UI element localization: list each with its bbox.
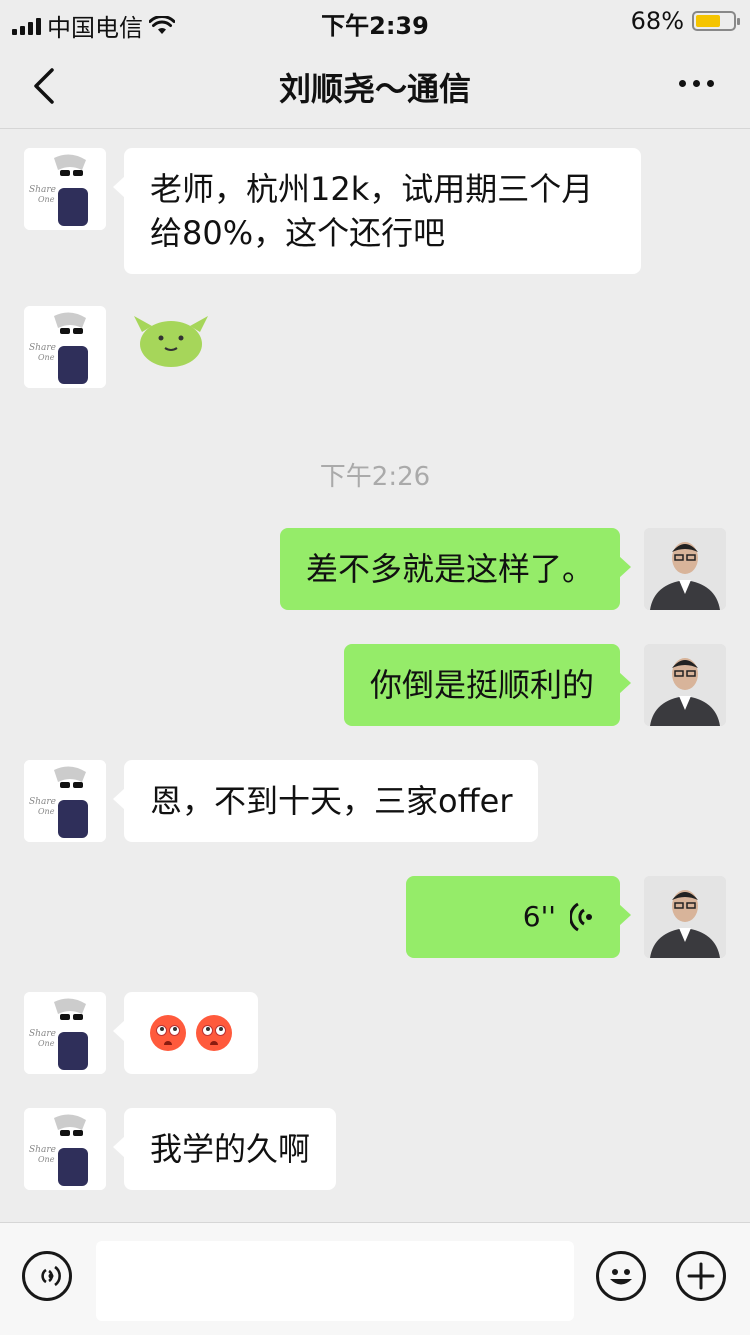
my-avatar-image: [644, 876, 726, 958]
my-avatar-image: [644, 528, 726, 610]
message-text: 恩，不到十天，三家offer: [150, 782, 513, 820]
voice-toggle-icon[interactable]: [22, 1251, 72, 1301]
sent-message-bubble[interactable]: 你倒是挺顺利的: [343, 644, 632, 726]
contact-avatar[interactable]: Share One: [24, 992, 106, 1074]
message-text: 我学的久啊: [150, 1130, 311, 1168]
contact-avatar[interactable]: Share One: [24, 1108, 106, 1190]
contact-avatar[interactable]: Share One: [24, 760, 106, 842]
nav-bar: 刘顺尧～通信: [0, 44, 750, 129]
flushed-face-emoji: [196, 1015, 232, 1051]
contact-avatar[interactable]: Share One: [24, 148, 106, 230]
voice-message-bubble[interactable]: 6'': [406, 876, 631, 958]
contact-avatar-image: Share One: [24, 306, 106, 388]
svg-text:Share: Share: [29, 1145, 56, 1155]
svg-text:Share: Share: [29, 797, 56, 807]
my-avatar[interactable]: [644, 528, 726, 610]
flushed-face-emoji: [150, 1015, 186, 1051]
contact-avatar-image: Share One: [24, 760, 106, 842]
svg-text:Share: Share: [29, 343, 56, 353]
green-creature-sticker[interactable]: [132, 306, 210, 368]
svg-text:One: One: [38, 353, 55, 362]
emoji-row: [150, 1015, 232, 1051]
svg-text:Share: Share: [29, 185, 56, 195]
svg-text:One: One: [38, 1039, 55, 1048]
sent-message-bubble[interactable]: 差不多就是这样了。: [279, 528, 632, 610]
message-text: 你倒是挺顺利的: [369, 666, 594, 704]
my-avatar[interactable]: [644, 876, 726, 958]
contact-avatar[interactable]: Share One: [24, 306, 106, 388]
status-bar: 中国电信 下午2:39 68%: [0, 0, 750, 44]
my-avatar[interactable]: [644, 644, 726, 726]
svg-text:One: One: [38, 1155, 55, 1164]
svg-text:One: One: [38, 195, 55, 204]
battery-level: [696, 15, 720, 27]
input-bar: [0, 1222, 750, 1335]
battery-percent: 68%: [630, 7, 684, 35]
received-message-bubble[interactable]: [113, 992, 258, 1074]
svg-text:Share: Share: [29, 1029, 56, 1039]
received-message-bubble[interactable]: 老师，杭州12k，试用期三个月 给80%，这个还行吧: [113, 148, 641, 274]
smiley-icon[interactable]: [596, 1251, 646, 1301]
message-input[interactable]: [96, 1241, 574, 1321]
received-message-bubble[interactable]: 恩，不到十天，三家offer: [112, 760, 539, 842]
contact-avatar-image: Share One: [24, 992, 106, 1074]
voice-duration: 6'': [522, 900, 556, 933]
contact-avatar-image: Share One: [24, 148, 106, 230]
timestamp: 下午2:26: [319, 462, 431, 492]
contact-avatar-image: Share One: [24, 1108, 106, 1190]
voice-content: 6'': [432, 895, 594, 939]
svg-text:One: One: [38, 807, 55, 816]
status-right: 68%: [630, 7, 740, 35]
message-line: 老师，杭州12k，试用期三个月: [150, 170, 594, 208]
battery-icon: [692, 11, 740, 31]
message-text: 差不多就是这样了。: [305, 550, 594, 588]
message-line: 给80%，这个还行吧: [150, 214, 446, 252]
chat-area[interactable]: Share One 老师，杭州12k，试用期三个月 给80%，这个还行吧 Sha…: [0, 129, 750, 1221]
chat-title: 刘顺尧～通信: [278, 70, 471, 108]
plus-icon[interactable]: [676, 1251, 726, 1301]
more-dots-icon[interactable]: [679, 80, 714, 87]
my-avatar-image: [644, 644, 726, 726]
voice-wave-icon: [570, 902, 592, 932]
received-message-bubble[interactable]: 我学的久啊: [112, 1108, 337, 1190]
